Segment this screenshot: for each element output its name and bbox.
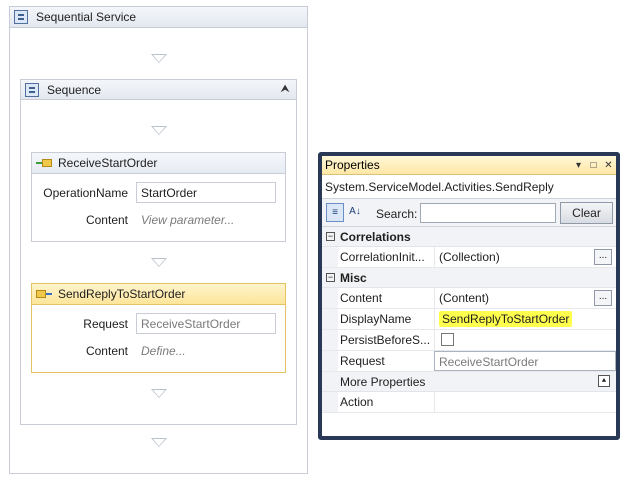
ellipsis-button[interactable]: ...	[594, 249, 612, 265]
property-row[interactable]: Content (Content) ...	[322, 288, 616, 309]
window-menu-dropdown-icon[interactable]: ▾	[571, 157, 586, 174]
request-combobox[interactable]: ReceiveStartOrder	[434, 351, 616, 371]
sequence-header[interactable]: Sequence ⮝	[21, 80, 296, 100]
property-name: Content	[340, 291, 383, 305]
operation-name-row: OperationName StartOrder	[32, 182, 285, 204]
define-content-link[interactable]: Define...	[141, 344, 186, 358]
property-value[interactable]	[434, 392, 616, 412]
drop-target-arrow-icon[interactable]	[151, 438, 167, 447]
property-row[interactable]: Action	[322, 392, 616, 413]
selected-object-type: System.ServiceModel.Activities.SendReply	[322, 175, 616, 199]
sequential-service-header[interactable]: Sequential Service	[10, 7, 307, 28]
properties-title: Properties	[325, 158, 380, 172]
property-name: CorrelationInit...	[340, 250, 425, 264]
request-row: Request ReceiveStartOrder	[32, 313, 285, 335]
property-row[interactable]: PersistBeforeS...	[322, 330, 616, 351]
send-reply-activity-title: SendReplyToStartOrder	[58, 287, 186, 301]
property-row[interactable]: DisplayName SendReplyToStartOrder	[322, 309, 616, 330]
category-misc[interactable]: − Misc	[322, 268, 616, 288]
sequential-service-title: Sequential Service	[36, 10, 137, 24]
operation-name-field[interactable]: StartOrder	[136, 182, 276, 203]
collapse-toggle-icon[interactable]: −	[326, 232, 335, 241]
properties-toolbar: ≡ A↓ Search: Clear	[322, 199, 616, 227]
receive-content-row: Content View parameter...	[32, 209, 285, 231]
request-field[interactable]: ReceiveStartOrder	[136, 313, 276, 334]
category-label: Misc	[340, 271, 367, 285]
property-row[interactable]: CorrelationInit... (Collection) ...	[322, 247, 616, 268]
properties-window: Properties ▾ □ ✕ System.ServiceModel.Act…	[318, 152, 620, 440]
send-content-row: Content Define...	[32, 340, 285, 362]
persist-checkbox[interactable]	[441, 333, 454, 346]
category-label: Correlations	[340, 230, 411, 244]
category-correlations[interactable]: − Correlations	[322, 227, 616, 247]
collapse-icon[interactable]: ⮝	[278, 83, 292, 97]
drop-target-arrow-icon[interactable]	[151, 389, 167, 398]
property-value	[434, 330, 616, 350]
sequence-activity[interactable]: Sequence ⮝ ReceiveStartOrder OperationNa…	[20, 79, 297, 425]
property-name: DisplayName	[340, 312, 412, 326]
property-value[interactable]: (Collection)	[434, 247, 616, 267]
expand-more-icon[interactable]: ⯅	[598, 375, 610, 387]
receive-activity-header[interactable]: ReceiveStartOrder	[32, 153, 285, 174]
properties-title-bar[interactable]: Properties ▾ □ ✕	[322, 156, 616, 175]
search-label: Search:	[376, 207, 418, 221]
receive-activity-title: ReceiveStartOrder	[58, 156, 158, 170]
search-input[interactable]	[420, 203, 556, 223]
highlighted-display-name: SendReplyToStartOrder	[439, 311, 573, 327]
workflow-activity-icon	[14, 10, 28, 24]
send-reply-activity-header[interactable]: SendReplyToStartOrder	[32, 284, 285, 305]
receive-message-icon	[36, 158, 52, 169]
ellipsis-button[interactable]: ...	[594, 290, 612, 306]
sequence-title: Sequence	[47, 82, 102, 97]
more-properties-label: More Properties	[340, 375, 426, 389]
request-label: Request	[83, 317, 128, 331]
workflow-designer: Sequential Service Sequence ⮝ ReceiveSta…	[9, 6, 308, 474]
maximize-icon[interactable]: □	[586, 157, 601, 174]
send-reply-message-icon	[36, 289, 52, 300]
send-content-label: Content	[85, 344, 128, 358]
view-parameter-link[interactable]: View parameter...	[141, 213, 234, 227]
property-row[interactable]: Request ReceiveStartOrder	[322, 351, 616, 372]
display-name-value[interactable]: SendReplyToStartOrder	[434, 309, 616, 329]
categorized-view-icon[interactable]: ≡	[326, 203, 344, 222]
operation-name-label: OperationName	[43, 186, 128, 200]
receive-content-label: Content	[85, 213, 128, 227]
drop-target-arrow-icon[interactable]	[151, 126, 167, 135]
send-reply-activity[interactable]: SendReplyToStartOrder Request ReceiveSta…	[31, 283, 286, 373]
property-name: Request	[340, 354, 385, 368]
property-name: Action	[340, 395, 374, 409]
close-icon[interactable]: ✕	[601, 157, 616, 174]
sequence-icon	[25, 82, 39, 97]
receive-activity[interactable]: ReceiveStartOrder OperationName StartOrd…	[31, 152, 286, 242]
drop-target-arrow-icon[interactable]	[151, 54, 167, 63]
clear-button[interactable]: Clear	[560, 202, 613, 224]
collapse-toggle-icon[interactable]: −	[326, 273, 335, 282]
property-value[interactable]: (Content)	[434, 288, 616, 308]
property-name: PersistBeforeS...	[340, 333, 431, 347]
drop-target-arrow-icon[interactable]	[151, 258, 167, 267]
alphabetical-sort-icon[interactable]: A↓	[346, 203, 364, 222]
more-properties-header[interactable]: More Properties ⯅	[322, 372, 616, 392]
